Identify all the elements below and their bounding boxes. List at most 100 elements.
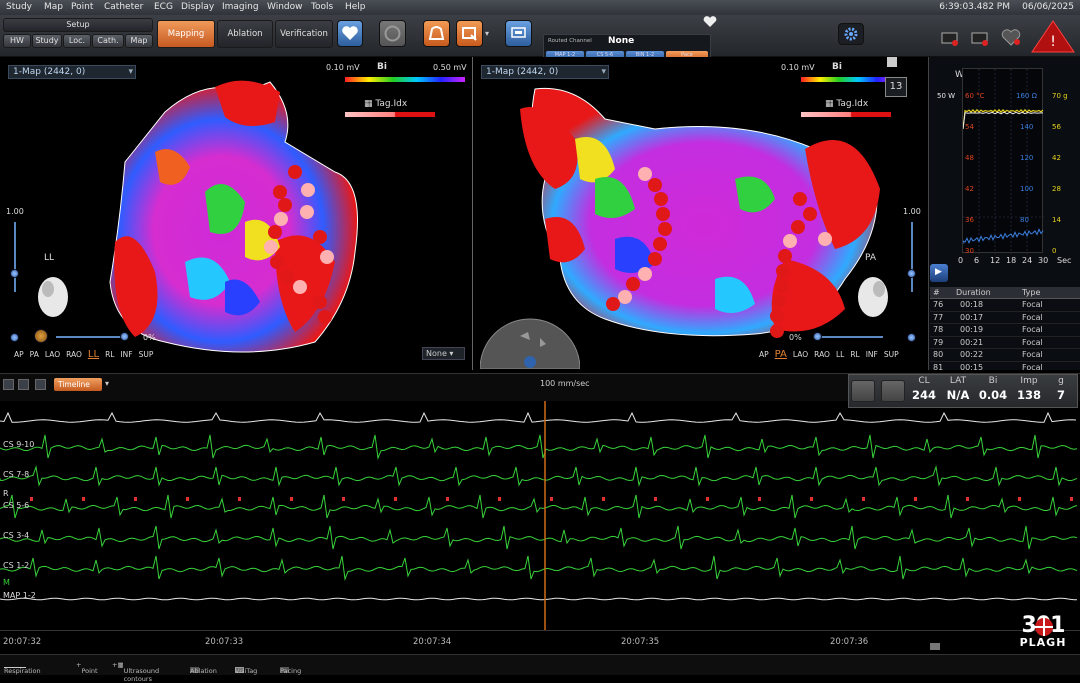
setup-tab-study[interactable]: Study	[32, 34, 62, 48]
channel-label-cs-9-10: CS 9-10	[3, 440, 35, 449]
settings-button[interactable]	[838, 23, 864, 45]
menu-display[interactable]: Display	[181, 2, 214, 12]
table-row[interactable]: 76 00:18 Focal	[930, 299, 1080, 312]
setup-tab-loc[interactable]: Loc.	[63, 34, 91, 48]
tick-label: 100	[1020, 185, 1034, 193]
right-opacity-slider[interactable]	[813, 336, 883, 338]
verification-button[interactable]: Verification	[275, 20, 333, 48]
menu-ecg[interactable]: ECG	[154, 2, 173, 12]
menu-window[interactable]: Window	[267, 2, 303, 12]
snapshot-button[interactable]	[456, 20, 483, 47]
gear-icon	[844, 27, 858, 41]
ecg-grid-icon[interactable]	[35, 379, 46, 390]
left-zoom-slider[interactable]	[14, 222, 16, 292]
right-view-rl[interactable]: RL	[850, 350, 859, 359]
temp-axis-label: 60 °C	[965, 92, 985, 100]
ecg-zoom-icon[interactable]	[3, 379, 14, 390]
setup-tab-cath[interactable]: Cath.	[92, 34, 124, 48]
play-button[interactable]: ▶	[930, 264, 948, 282]
table-row[interactable]: 80 00:22 Focal	[930, 349, 1080, 362]
right-opacity-value: 0%	[789, 333, 802, 342]
catheter-shape-button[interactable]	[423, 20, 450, 47]
menu-help[interactable]: Help	[345, 2, 366, 12]
tick-label: 14	[1052, 216, 1061, 224]
menu-tools[interactable]: Tools	[311, 2, 333, 12]
catheter-navigation-widget[interactable]	[480, 314, 580, 369]
setup-tab-hw[interactable]: HW	[3, 34, 31, 48]
left-view-pa[interactable]: PA	[30, 350, 39, 359]
left-view-sup[interactable]: SUP	[139, 350, 154, 359]
heart-display-button[interactable]	[337, 20, 363, 47]
lesion-table: # Duration Type 76 00:18 Focal 77 00:17 Focal…	[930, 287, 1080, 374]
left-opacity-knob[interactable]	[120, 332, 129, 341]
left-atrium-map[interactable]	[95, 72, 375, 357]
right-view-rao[interactable]: RAO	[814, 350, 830, 359]
right-view-ll[interactable]: LL	[836, 350, 844, 359]
left-overlay-dropdown[interactable]: None ▾	[422, 347, 465, 360]
col-type[interactable]: Type	[1022, 287, 1040, 299]
menu-map[interactable]: Map	[44, 2, 63, 12]
right-view-inf[interactable]: INF	[866, 350, 878, 359]
scrollbar-thumb[interactable]	[930, 643, 940, 650]
table-row[interactable]: 78 00:19 Focal	[930, 324, 1080, 337]
left-map-pane[interactable]: 1-Map (2442, 0) ▾ 0.10 mV Bi 0.50 mV ▦ Ta…	[0, 57, 473, 370]
left-view-ap[interactable]: AP	[14, 350, 24, 359]
date: 06/06/2025	[1022, 2, 1074, 12]
right-map-selector[interactable]: 1-Map (2442, 0) ▾	[481, 65, 609, 79]
disabled-tool-button[interactable]	[379, 20, 406, 47]
left-view-inf[interactable]: INF	[120, 350, 132, 359]
right-orientation-heart-icon[interactable]	[853, 267, 893, 322]
right-view-sup[interactable]: SUP	[884, 350, 899, 359]
metrics-right-button[interactable]	[881, 380, 905, 402]
table-row[interactable]: 79 00:21 Focal	[930, 337, 1080, 349]
chevron-down-icon[interactable]: ▾	[485, 29, 489, 38]
legend-point: + Point	[76, 661, 98, 675]
crosshair-icon	[1035, 618, 1053, 636]
metrics-left-button[interactable]	[851, 380, 875, 402]
window-layout-button[interactable]	[505, 20, 532, 47]
left-view-rl[interactable]: RL	[105, 350, 114, 359]
right-atrium-map[interactable]	[515, 79, 895, 349]
right-view-ap[interactable]: AP	[759, 350, 769, 359]
menu-imaging[interactable]: Imaging	[222, 2, 259, 12]
left-overlay-dropdown-text: None	[426, 349, 447, 358]
right-zoom-knob[interactable]	[907, 269, 916, 278]
right-view-pa[interactable]: PA	[775, 349, 787, 360]
ecg-traces[interactable]	[0, 401, 1080, 630]
ecg-fit-icon[interactable]	[18, 379, 29, 390]
annotation-marker	[134, 497, 137, 501]
tick-label: 54	[965, 123, 974, 131]
annotation-marker	[290, 497, 293, 501]
table-row[interactable]: 77 00:17 Focal	[930, 312, 1080, 324]
time-label: 20:07:33	[205, 637, 244, 647]
bell-shape-icon	[428, 26, 445, 40]
heart-icon	[342, 26, 358, 40]
left-rotate-button[interactable]	[10, 333, 19, 342]
left-view-ll[interactable]: LL	[88, 349, 99, 360]
menu-point[interactable]: Point	[71, 2, 93, 12]
power-axis-label: 50 W	[937, 92, 956, 100]
right-map-pane[interactable]: 1-Map (2442, 0) ▾ 0.10 mV Bi 13 ▦ Tag.Idx…	[475, 57, 927, 370]
table-cell: 78	[933, 325, 944, 334]
annotation-marker	[394, 497, 397, 501]
mapping-button[interactable]: Mapping	[157, 20, 215, 48]
menu-study[interactable]: Study	[6, 2, 32, 12]
left-light-button[interactable]	[34, 329, 48, 343]
left-view-rao[interactable]: RAO	[66, 350, 82, 359]
setup-tab-map[interactable]: Map	[125, 34, 153, 48]
right-zoom-slider[interactable]	[911, 222, 913, 292]
right-rotate-button[interactable]	[907, 333, 916, 342]
menu-catheter[interactable]: Catheter	[104, 2, 143, 12]
right-view-lao[interactable]: LAO	[793, 350, 808, 359]
left-opacity-slider[interactable]	[56, 336, 126, 338]
ablation-button[interactable]: Ablation	[217, 20, 273, 48]
col-number[interactable]: #	[933, 287, 940, 299]
right-opacity-knob[interactable]	[813, 332, 822, 341]
col-duration[interactable]: Duration	[956, 287, 991, 299]
left-view-lao[interactable]: LAO	[45, 350, 60, 359]
left-zoom-knob[interactable]	[10, 269, 19, 278]
timeline-button[interactable]: Timeline	[54, 378, 102, 391]
chevron-down-icon[interactable]: ▾	[105, 379, 109, 388]
legend-pacing-text: Pacing	[280, 667, 302, 675]
left-orientation-heart-icon[interactable]	[33, 267, 73, 322]
